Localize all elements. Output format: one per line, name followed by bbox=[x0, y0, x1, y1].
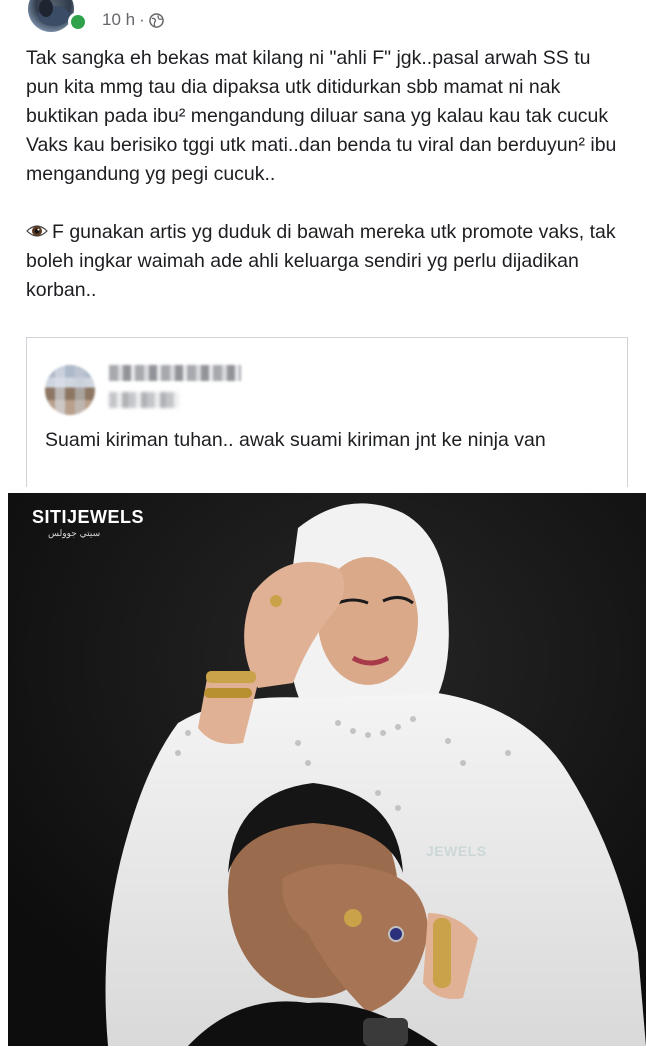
post-meta: 10 h · bbox=[102, 10, 164, 30]
avatar[interactable] bbox=[28, 0, 74, 32]
brand-subtitle: سيتي جوولس bbox=[48, 529, 101, 539]
meta-separator: · bbox=[139, 10, 145, 29]
brand-logo: SITIJEWELS bbox=[32, 507, 145, 527]
post-time[interactable]: 10 h bbox=[102, 10, 135, 30]
post-paragraph-1: Tak sangka eh bekas mat kilang ni "ahli … bbox=[26, 47, 617, 185]
post-body: Tak sangka eh bekas mat kilang ni "ahli … bbox=[26, 44, 626, 305]
quoted-comment[interactable]: Suami kiriman tuhan.. awak suami kiriman… bbox=[26, 337, 628, 487]
globe-icon bbox=[148, 12, 164, 28]
online-status-dot bbox=[68, 12, 88, 32]
blurred-meta bbox=[109, 392, 179, 408]
post-photo[interactable]: SITIJEWELS سيتي جوولس JEWELS bbox=[8, 493, 646, 1046]
quoted-comment-text: Suami kiriman tuhan.. awak suami kiriman… bbox=[45, 429, 546, 451]
blurred-name bbox=[109, 365, 241, 381]
post-paragraph-2-text: F gunakan artis yg duduk di bawah mereka… bbox=[26, 221, 616, 301]
blurred-avatar bbox=[45, 365, 95, 415]
eye-emoji-icon bbox=[26, 220, 48, 238]
post-paragraph-2: F gunakan artis yg duduk di bawah mereka… bbox=[26, 218, 626, 305]
post-header: 10 h · bbox=[0, 0, 646, 36]
photo-illustration bbox=[8, 493, 646, 1046]
brand-watermark: JEWELS bbox=[426, 843, 487, 859]
